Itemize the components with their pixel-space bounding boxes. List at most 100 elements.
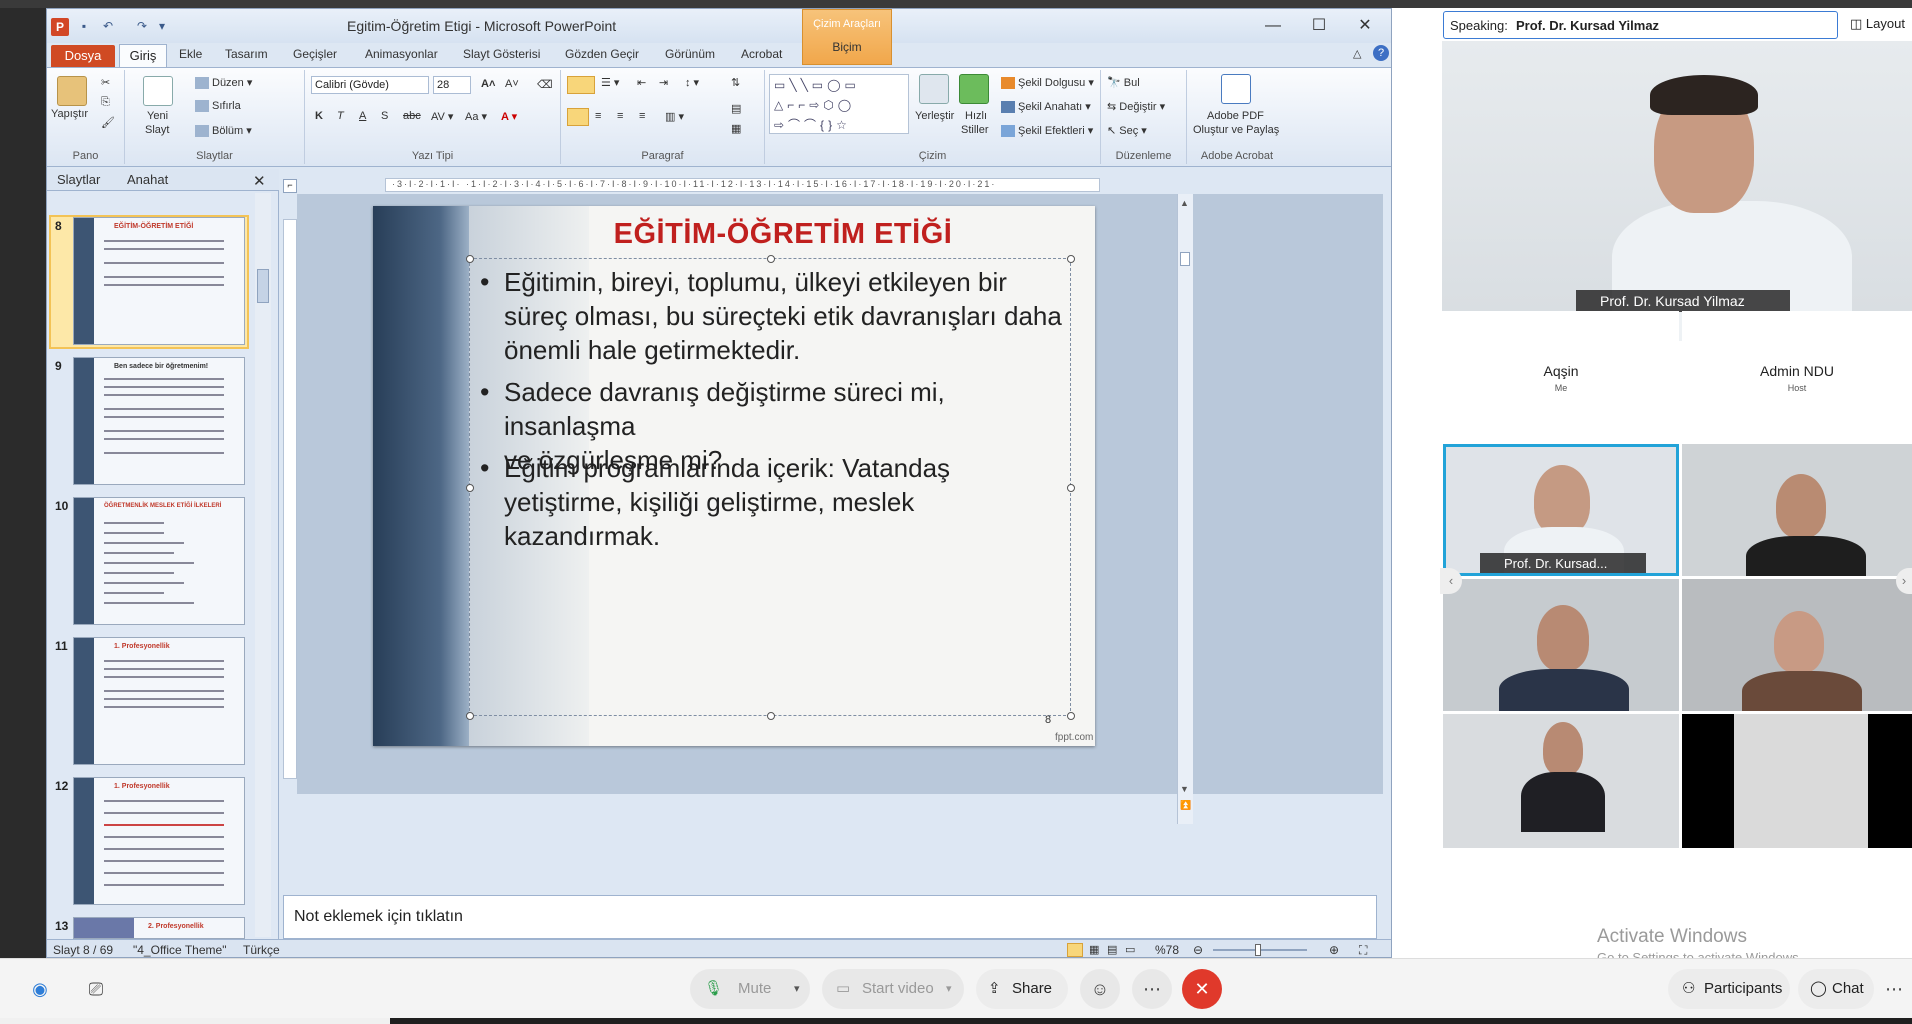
- start-video-button[interactable]: ▭ Start video ▾: [822, 969, 964, 1009]
- tab-slides[interactable]: Slaytlar: [57, 172, 100, 187]
- smartart-icon[interactable]: ▦: [731, 122, 741, 135]
- captions-icon[interactable]: ⎚: [76, 969, 116, 1009]
- participant-tile-8[interactable]: [1443, 714, 1679, 848]
- help-icon[interactable]: ?: [1373, 45, 1389, 61]
- quick-styles-icon[interactable]: [959, 74, 989, 104]
- align-left-icon[interactable]: [567, 108, 589, 126]
- tab-transitions[interactable]: Geçişler: [293, 47, 337, 61]
- italic-icon[interactable]: T: [337, 110, 344, 122]
- tab-outline[interactable]: Anahat: [127, 172, 168, 187]
- mute-button[interactable]: 🎙 Mute ▾: [690, 969, 810, 1009]
- copy-icon[interactable]: ⎘: [101, 96, 110, 109]
- tab-insert[interactable]: Ekle: [179, 47, 202, 61]
- resize-handle[interactable]: [1067, 255, 1075, 263]
- participant-tile-aqsin[interactable]: Aqşin Me: [1443, 311, 1679, 421]
- decrease-indent-icon[interactable]: ⇤: [637, 76, 646, 89]
- main-video[interactable]: Prof. Dr. Kursad Yilmaz: [1442, 41, 1912, 341]
- save-icon[interactable]: ▪: [77, 19, 91, 33]
- shrink-font-icon[interactable]: A˅: [505, 78, 519, 90]
- slide-thumbnail-13[interactable]: 2. Profesyonellik: [73, 917, 245, 939]
- content-textbox[interactable]: • Eğitimin, bireyi, toplumu, ülkeyi etki…: [466, 255, 1075, 720]
- shape-effects-button[interactable]: Şekil Efektleri ▾: [1001, 124, 1093, 138]
- shadow-icon[interactable]: S: [381, 110, 388, 122]
- editor-scroll-thumb[interactable]: [1180, 252, 1190, 266]
- replace-button[interactable]: ⇆ Değiştir ▾: [1107, 100, 1165, 113]
- participant-tile-7[interactable]: [1682, 579, 1912, 711]
- chevron-down-icon[interactable]: ▾: [794, 969, 800, 1009]
- resize-handle[interactable]: [466, 712, 474, 720]
- increase-indent-icon[interactable]: ⇥: [659, 76, 668, 89]
- bullets-icon[interactable]: [567, 76, 595, 94]
- clear-format-icon[interactable]: ⌫: [537, 78, 553, 91]
- font-color-icon[interactable]: A ▾: [501, 110, 517, 123]
- maximize-icon[interactable]: ☐: [1299, 15, 1339, 37]
- scroll-down-icon[interactable]: ▼: [1180, 784, 1189, 794]
- quick-styles-label-2[interactable]: Stiller: [961, 124, 989, 136]
- zoom-out-icon[interactable]: ⊖: [1193, 943, 1203, 957]
- find-button[interactable]: 🔭 Bul: [1107, 76, 1140, 89]
- participant-tile-admin[interactable]: Admin NDU Host: [1682, 311, 1912, 421]
- align-text-icon[interactable]: ▤: [731, 102, 741, 115]
- zoom-slider-thumb[interactable]: [1255, 944, 1261, 956]
- pane-scrollbar[interactable]: [255, 193, 271, 937]
- new-slide-icon[interactable]: [143, 76, 173, 106]
- font-name-select[interactable]: Calibri (Gövde): [311, 76, 429, 94]
- reactions-icon[interactable]: ☺: [1080, 969, 1120, 1009]
- app-logo-icon[interactable]: ◉: [20, 969, 60, 1009]
- slide-thumbnail-10[interactable]: ÖĞRETMENLİK MESLEK ETİĞİ İLKELERİ: [73, 497, 245, 625]
- resize-handle[interactable]: [767, 255, 775, 263]
- reading-view-icon[interactable]: ▤: [1107, 943, 1117, 956]
- align-center-icon[interactable]: ≡: [595, 110, 601, 122]
- underline-icon[interactable]: A: [359, 110, 366, 122]
- slide-thumbnail-9[interactable]: Ben sadece bir öğretmenim!: [73, 357, 245, 485]
- chat-button[interactable]: ◯ Chat: [1798, 969, 1874, 1009]
- justify-icon[interactable]: ≡: [639, 110, 645, 122]
- change-case-icon[interactable]: Aa ▾: [465, 110, 487, 123]
- pane-scroll-thumb[interactable]: [257, 269, 269, 303]
- section-button[interactable]: Bölüm ▾: [195, 124, 252, 138]
- arrange-button[interactable]: Yerleştir: [915, 110, 954, 122]
- paste-icon[interactable]: [57, 76, 87, 106]
- spacing-icon[interactable]: AV ▾: [431, 110, 453, 123]
- fit-slide-icon[interactable]: ⛶: [1359, 943, 1367, 957]
- tab-acrobat[interactable]: Acrobat: [741, 47, 782, 61]
- arrange-icon[interactable]: [919, 74, 949, 104]
- quick-styles-label-1[interactable]: Hızlı: [965, 110, 987, 122]
- participant-tile-5[interactable]: [1682, 444, 1912, 576]
- slide-thumbnail-12[interactable]: 1. Profesyonellik: [73, 777, 245, 905]
- grow-font-icon[interactable]: A˄: [481, 78, 495, 90]
- columns-icon[interactable]: ▥ ▾: [665, 110, 684, 123]
- tab-design[interactable]: Tasarım: [225, 47, 268, 61]
- tab-slideshow[interactable]: Slayt Gösterisi: [463, 47, 540, 61]
- numbering-icon[interactable]: ☰ ▾: [601, 76, 619, 89]
- tab-file[interactable]: Dosya: [51, 45, 115, 67]
- theme-name[interactable]: "4_Office Theme": [133, 943, 226, 957]
- share-button[interactable]: ⇪ Share: [976, 969, 1068, 1009]
- minimize-icon[interactable]: —: [1253, 15, 1293, 37]
- resize-handle[interactable]: [466, 255, 474, 263]
- shapes-gallery[interactable]: ▭╲╲▭◯▭ △⌐⌐⇨⬡◯ ⇨⌒⌒{}☆: [769, 74, 909, 134]
- scroll-up-icon[interactable]: ▲: [1180, 198, 1189, 208]
- shape-outline-button[interactable]: Şekil Anahatı ▾: [1001, 100, 1091, 114]
- tab-home[interactable]: Giriş: [119, 44, 167, 67]
- resize-handle[interactable]: [1067, 484, 1075, 492]
- minimize-ribbon-icon[interactable]: △: [1353, 47, 1361, 60]
- normal-view-icon[interactable]: [1067, 943, 1083, 957]
- slide-canvas[interactable]: EĞİTİM-ÖĞRETİM ETİĞİ • Eğitimin, bireyi,…: [373, 206, 1095, 746]
- close-pane-icon[interactable]: ✕: [253, 172, 266, 190]
- participant-tile-9[interactable]: [1682, 714, 1912, 848]
- resize-handle[interactable]: [466, 484, 474, 492]
- bullet-3[interactable]: Eğitim programlarında içerik: Vatandaş y…: [504, 451, 1074, 553]
- text-direction-icon[interactable]: ⇅: [731, 76, 740, 89]
- close-icon[interactable]: ✕: [1345, 15, 1385, 37]
- line-spacing-icon[interactable]: ↕ ▾: [685, 76, 699, 89]
- slideshow-view-icon[interactable]: ▭: [1125, 943, 1135, 956]
- tab-animations[interactable]: Animasyonlar: [365, 47, 438, 61]
- adobe-pdf-label-1[interactable]: Adobe PDF: [1207, 110, 1264, 122]
- layout-button[interactable]: ◫ Layout: [1850, 16, 1905, 32]
- resize-handle[interactable]: [1067, 712, 1075, 720]
- notes-area[interactable]: Not eklemek için tıklatın: [283, 895, 1377, 939]
- cut-icon[interactable]: ✂: [101, 76, 110, 89]
- chevron-down-icon[interactable]: ▾: [946, 969, 952, 1009]
- tab-review[interactable]: Gözden Geçir: [565, 47, 639, 61]
